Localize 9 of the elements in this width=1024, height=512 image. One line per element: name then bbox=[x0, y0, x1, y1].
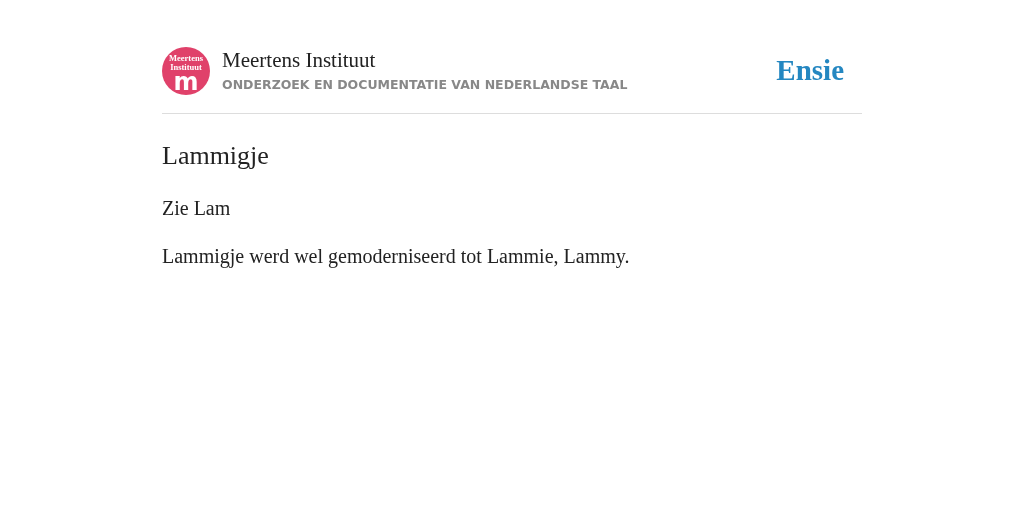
logo-text: Meertens bbox=[169, 54, 203, 63]
logo-text: Instituut bbox=[170, 63, 202, 72]
logo-letter: m bbox=[173, 72, 199, 92]
article-title: Lammigje bbox=[162, 140, 270, 172]
site-logo-link[interactable]: Ensie bbox=[776, 49, 844, 93]
paragraph: Lammigje werd wel gemoderniseerd tot Lammie, Lammy. bbox=[162, 244, 631, 270]
paragraph: Zie Lam bbox=[162, 196, 232, 221]
tagline: ONDERZOEK EN DOCUMENTATIE VAN NEDERLANDSE TAAL bbox=[222, 75, 628, 94]
institute-name: Meertens Instituut bbox=[222, 47, 377, 72]
